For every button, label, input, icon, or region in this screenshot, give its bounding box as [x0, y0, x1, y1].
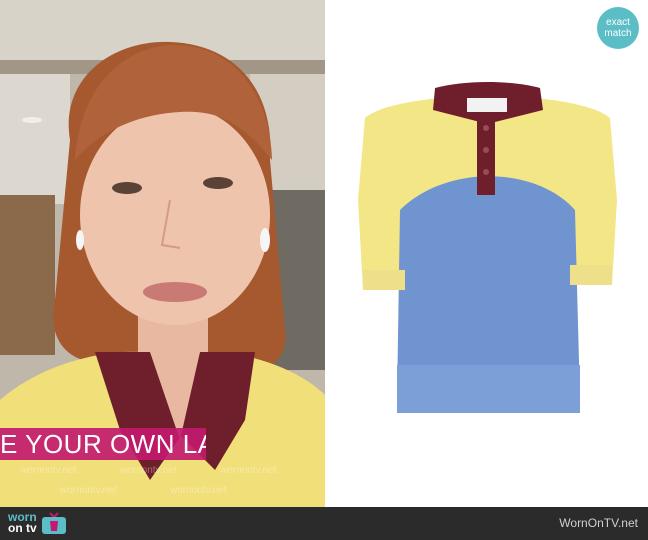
- scene-photo: E YOUR OWN LA wornontv.net wornontv.net …: [0, 0, 325, 507]
- exact-match-badge[interactable]: exact match: [597, 7, 639, 49]
- polo-shirt-image: [358, 82, 617, 413]
- logo-tv-text: tv: [26, 521, 37, 535]
- footer-bar: worn on tv WornOnTV.net: [0, 507, 648, 540]
- badge-line1: exact: [606, 17, 630, 28]
- wornontv-logo[interactable]: worn on tv: [8, 511, 67, 535]
- caption-banner: E YOUR OWN LA: [0, 428, 206, 460]
- badge-line2: match: [604, 28, 632, 39]
- logo-on-text: on: [8, 521, 23, 535]
- tv-icon: [41, 512, 66, 534]
- product-image[interactable]: [325, 0, 648, 507]
- site-name[interactable]: WornOnTV.net: [559, 516, 638, 530]
